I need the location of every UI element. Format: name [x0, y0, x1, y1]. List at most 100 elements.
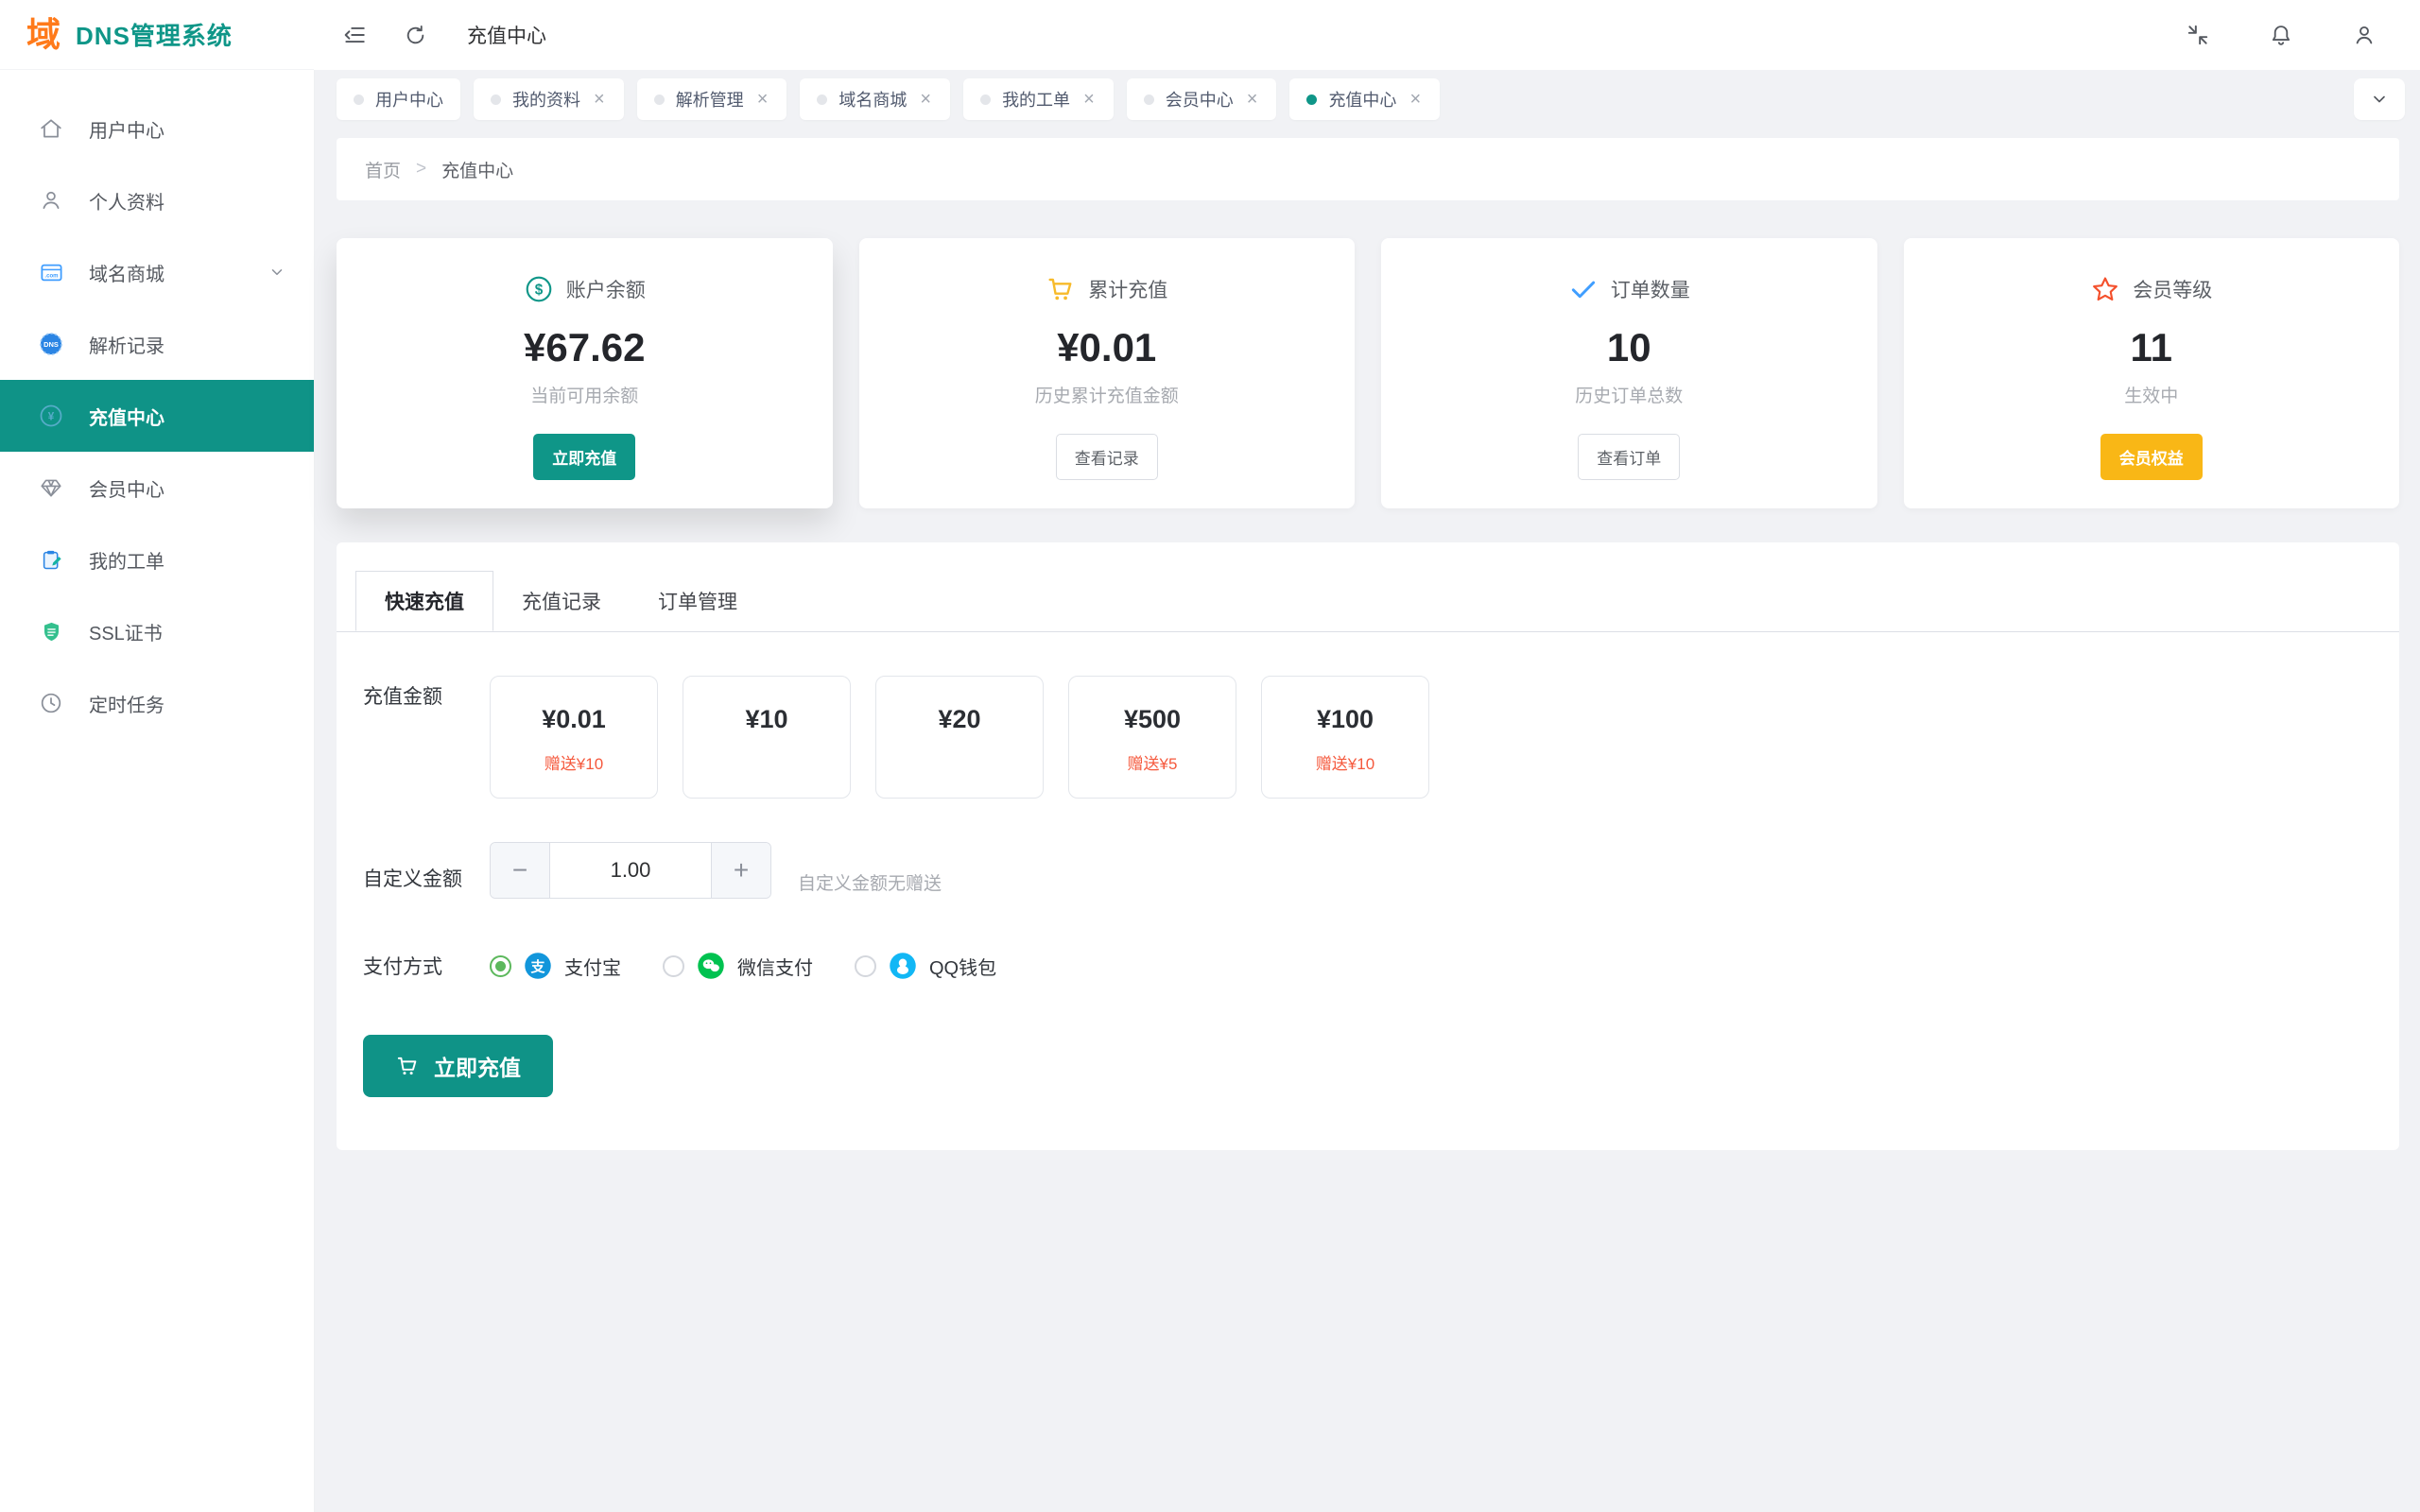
member-benefits-button[interactable]: 会员权益: [2100, 434, 2203, 480]
custom-amount-note: 自定义金额无赠送: [798, 869, 942, 899]
tab-recharge-records[interactable]: 充值记录: [493, 571, 630, 631]
panel-tabs: 快速充值 充值记录 订单管理: [337, 542, 2399, 632]
chevron-down-icon: [268, 264, 285, 281]
tag-label: 会员中心: [1166, 87, 1234, 112]
recharge-submit-button[interactable]: 立即充值: [363, 1035, 553, 1097]
tag-dot: [354, 94, 364, 105]
breadcrumb-current: 充值中心: [441, 157, 513, 182]
wechat-icon: [697, 952, 725, 980]
close-icon[interactable]: ×: [1081, 90, 1097, 109]
close-icon[interactable]: ×: [918, 90, 933, 109]
tag-my-profile[interactable]: 我的资料 ×: [474, 78, 624, 120]
stat-card-total-recharge: 累计充值 ¥0.01 历史累计充值金额 查看记录: [859, 238, 1356, 508]
ticket-icon: [38, 546, 64, 573]
amount-value: ¥10: [745, 705, 787, 734]
user-avatar-icon[interactable]: [2350, 21, 2378, 49]
stat-value: 10: [1381, 325, 1877, 370]
dns-record-icon: DNS: [38, 331, 64, 357]
sidebar-item-my-tickets[interactable]: 我的工单: [0, 524, 314, 595]
svg-text:$: $: [534, 283, 543, 299]
stat-title: 账户余额: [566, 275, 646, 303]
notifications-bell-icon[interactable]: [2267, 21, 2295, 49]
amount-option-0.01[interactable]: ¥0.01 赠送¥10: [490, 676, 658, 799]
tag-my-tickets[interactable]: 我的工单 ×: [963, 78, 1114, 120]
sidebar-item-label: 定时任务: [89, 690, 164, 717]
sidebar-item-label: 会员中心: [89, 474, 164, 502]
close-icon[interactable]: ×: [1408, 90, 1423, 109]
sidebar-item-ssl-certificates[interactable]: SSL证书: [0, 595, 314, 667]
recharge-now-button[interactable]: 立即充值: [533, 434, 635, 480]
payment-option-alipay[interactable]: 支 支付宝: [490, 952, 621, 980]
tag-label: 解析管理: [676, 87, 744, 112]
tag-label: 用户中心: [375, 87, 443, 112]
tag-dot: [980, 94, 991, 105]
tag-label: 域名商城: [838, 87, 907, 112]
custom-amount-input[interactable]: [549, 843, 712, 898]
sidebar-item-label: 用户中心: [89, 115, 164, 143]
amount-bonus: 赠送¥10: [544, 750, 603, 774]
view-orders-button[interactable]: 查看订单: [1578, 434, 1680, 480]
tags-overflow-button[interactable]: [2354, 78, 2405, 120]
tab-quick-recharge[interactable]: 快速充值: [355, 571, 493, 631]
sidebar: 域 DNS管理系统 用户中心 个人资料 .com 域名商城: [0, 0, 314, 1512]
tag-label: 充值中心: [1328, 87, 1396, 112]
payment-option-label: 微信支付: [737, 953, 813, 980]
tag-dns-management[interactable]: 解析管理 ×: [637, 78, 787, 120]
payment-label: 支付方式: [363, 952, 490, 980]
fullscreen-icon[interactable]: [2184, 21, 2212, 49]
amount-option-10[interactable]: ¥10: [683, 676, 851, 799]
stat-title: 累计充值: [1088, 275, 1167, 303]
payment-method-row: 支付方式 支 支付宝: [363, 952, 2373, 980]
stat-value: ¥67.62: [337, 325, 833, 370]
tab-order-management[interactable]: 订单管理: [630, 571, 766, 631]
tag-label: 我的资料: [512, 87, 580, 112]
app-root: 域 DNS管理系统 用户中心 个人资料 .com 域名商城: [0, 0, 2420, 1512]
amount-option-20[interactable]: ¥20: [875, 676, 1044, 799]
close-icon[interactable]: ×: [592, 90, 607, 109]
radio-alipay[interactable]: [490, 955, 511, 977]
sidebar-item-recharge-center[interactable]: ¥ 充值中心: [0, 380, 314, 452]
decrease-button[interactable]: −: [491, 843, 549, 898]
collapse-sidebar-icon[interactable]: [340, 21, 369, 49]
sidebar-item-member-center[interactable]: 会员中心: [0, 452, 314, 524]
amount-value: ¥100: [1317, 705, 1374, 734]
amount-value: ¥500: [1124, 705, 1181, 734]
amount-option-100[interactable]: ¥100 赠送¥10: [1261, 676, 1429, 799]
sidebar-item-scheduled-tasks[interactable]: 定时任务: [0, 667, 314, 739]
sidebar-item-label: SSL证书: [89, 618, 163, 645]
home-icon: [38, 115, 64, 142]
payment-option-label: 支付宝: [564, 953, 621, 980]
refresh-icon[interactable]: [401, 21, 429, 49]
amount-row: 充值金额 ¥0.01 赠送¥10 ¥10 ¥20: [363, 676, 2373, 799]
sidebar-item-user-center[interactable]: 用户中心: [0, 93, 314, 164]
increase-button[interactable]: +: [712, 843, 770, 898]
svg-text:¥: ¥: [48, 410, 55, 422]
tag-user-center[interactable]: 用户中心: [337, 78, 460, 120]
payment-option-qq[interactable]: QQ钱包: [855, 952, 996, 980]
sidebar-item-label: 解析记录: [89, 331, 164, 358]
tag-dot: [1306, 94, 1317, 105]
view-records-button[interactable]: 查看记录: [1056, 434, 1158, 480]
tag-dot: [817, 94, 827, 105]
payment-option-wechat[interactable]: 微信支付: [663, 952, 813, 980]
payment-options: 支 支付宝 微信支付: [490, 952, 996, 980]
close-icon[interactable]: ×: [755, 90, 770, 109]
radio-qq[interactable]: [855, 955, 876, 977]
stat-subtitle: 当前可用余额: [337, 382, 833, 407]
close-icon[interactable]: ×: [1245, 90, 1260, 109]
submit-row: 立即充值: [363, 1035, 2373, 1097]
topbar-actions: [2184, 21, 2378, 49]
sidebar-item-dns-records[interactable]: DNS 解析记录: [0, 308, 314, 380]
stat-card-order-count: 订单数量 10 历史订单总数 查看订单: [1381, 238, 1877, 508]
tag-recharge-center[interactable]: 充值中心 ×: [1289, 78, 1440, 120]
vip-diamond-icon: [38, 474, 64, 501]
custom-amount-stepper: − +: [490, 842, 771, 899]
breadcrumb-home-link[interactable]: 首页: [365, 157, 401, 182]
sidebar-item-domain-store[interactable]: .com 域名商城: [0, 236, 314, 308]
tag-member-center[interactable]: 会员中心 ×: [1127, 78, 1277, 120]
sidebar-item-profile[interactable]: 个人资料: [0, 164, 314, 236]
radio-wechat[interactable]: [663, 955, 684, 977]
star-icon: [2090, 274, 2120, 304]
tag-domain-store[interactable]: 域名商城 ×: [800, 78, 950, 120]
amount-option-500[interactable]: ¥500 赠送¥5: [1068, 676, 1236, 799]
